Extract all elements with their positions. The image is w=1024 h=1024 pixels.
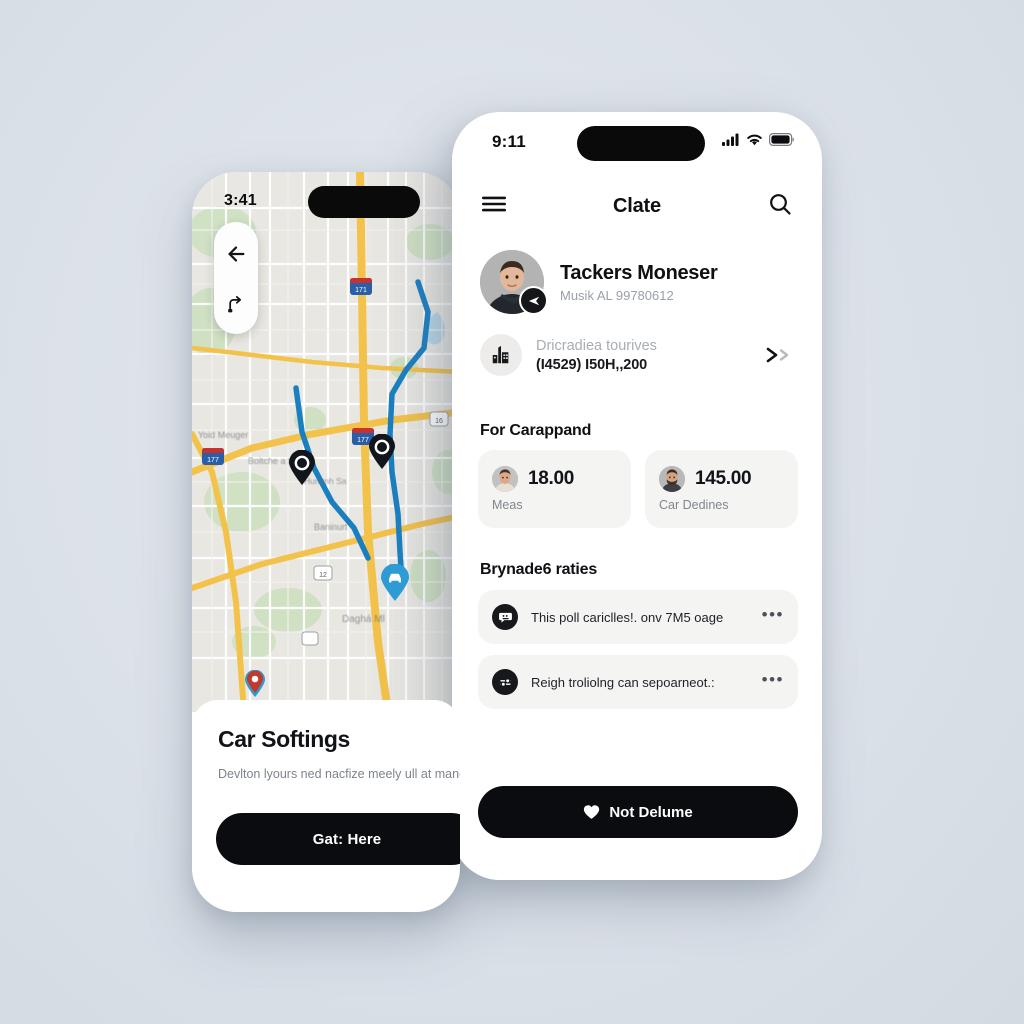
right-dynamic-island	[577, 126, 705, 161]
right-status-icons	[722, 133, 794, 146]
battery-icon	[769, 133, 794, 146]
stat-top: 145.00	[659, 466, 784, 492]
svg-text:16: 16	[435, 418, 443, 425]
left-status-time: 3:41	[224, 192, 257, 209]
svg-text:12: 12	[319, 572, 327, 579]
stat-card[interactable]: 145.00 Car Dedines	[645, 450, 798, 528]
avatar-wrap	[480, 250, 548, 315]
search-icon[interactable]	[768, 192, 792, 221]
left-dynamic-island	[308, 186, 420, 218]
svg-text:Yoid Meuger: Yoid Meuger	[198, 430, 248, 440]
stat-value: 18.00	[528, 468, 575, 489]
stat-card[interactable]: 18.00 Meas	[478, 450, 631, 528]
list-item[interactable]: This poll cariclles!. onv 7M5 oage •••	[478, 590, 798, 644]
map-canvas[interactable]: 177 171 177 12 16 Yoid Meuger Boltche a …	[192, 172, 460, 712]
chat-bubble-icon	[492, 604, 518, 630]
svg-text:Daghá Ml: Daghá Ml	[342, 614, 385, 625]
not-delume-button[interactable]: Not Delume	[478, 786, 798, 838]
stats-heading: For Carappand	[480, 422, 592, 439]
svg-text:171: 171	[355, 287, 367, 294]
hamburger-icon[interactable]	[482, 196, 506, 217]
stat-thumbnail	[492, 466, 518, 492]
profile-text: Tackers Moneser Musik AL 99780612	[560, 261, 718, 303]
list-item[interactable]: Reigh troliolng can sepoarneot.: •••	[478, 655, 798, 709]
map-pin-stop-a[interactable]	[288, 449, 316, 491]
left-phone-mockup: 177 171 177 12 16 Yoid Meuger Boltche a …	[192, 172, 460, 912]
double-chevron-right-icon[interactable]	[764, 346, 794, 364]
svg-text:Baninurt: Baninurt	[314, 522, 348, 532]
svg-text:177: 177	[207, 457, 219, 464]
right-phone-mockup: 9:11 Clate Tackers Moneser Musik AL 9978…	[452, 112, 822, 880]
left-sheet-title: Car Softings	[218, 726, 350, 752]
list-item-text: Reigh troliolng can sepoarneot.:	[531, 674, 715, 690]
map-pin-car[interactable]	[380, 563, 410, 607]
stat-value: 145.00	[695, 468, 752, 489]
wifi-icon	[747, 134, 762, 146]
more-icon[interactable]: •••	[762, 671, 784, 693]
back-arrow-icon[interactable]	[225, 243, 247, 265]
stat-label: Car Dedines	[659, 498, 729, 512]
stat-thumbnail	[659, 466, 685, 492]
destination-text: Dricradiea tourives (I4529) I50H,,200	[536, 337, 657, 373]
page-title: Clate	[613, 194, 661, 217]
building-icon	[480, 334, 522, 376]
destination-value: (I4529) I50H,,200	[536, 356, 648, 373]
right-status-time: 9:11	[492, 132, 526, 151]
stat-label: Meas	[492, 498, 523, 512]
profile-row[interactable]: Tackers Moneser Musik AL 99780612	[480, 250, 794, 315]
app-navbar: Clate	[452, 184, 822, 228]
destination-row[interactable]: Dricradiea tourives (I4529) I50H,,200	[480, 334, 794, 376]
list-heading: Brynade6 raties	[480, 561, 598, 578]
sliders-icon	[492, 669, 518, 695]
more-icon[interactable]: •••	[762, 606, 784, 628]
get-here-button[interactable]: Gat: Here	[216, 813, 460, 865]
map-controls-pill[interactable]	[214, 222, 258, 334]
signal-icon	[722, 133, 739, 146]
route-share-icon[interactable]	[226, 294, 246, 314]
list-item-text: This poll cariclles!. onv 7M5 oage	[531, 609, 724, 625]
heart-icon	[583, 804, 600, 820]
not-delume-label: Not Delume	[609, 803, 693, 821]
map-pin-place[interactable]	[244, 669, 266, 703]
stat-cards: 18.00 Meas 145.00 Car Dedines	[478, 450, 798, 528]
send-icon[interactable]	[519, 286, 548, 315]
profile-subtitle: Musik AL 99780612	[560, 288, 674, 303]
left-sheet-description: Devlton lyours ned nacfize meely ull at …	[218, 767, 460, 781]
stat-top: 18.00	[492, 466, 617, 492]
list-rows: This poll cariclles!. onv 7M5 oage ••• R…	[478, 590, 798, 709]
left-bottom-sheet: Car Softings Devlton lyours ned nacfize …	[192, 700, 460, 912]
profile-name: Tackers Moneser	[560, 262, 718, 284]
map-pin-stop-b[interactable]	[368, 433, 396, 475]
destination-label: Dricradiea tourives	[536, 338, 657, 355]
